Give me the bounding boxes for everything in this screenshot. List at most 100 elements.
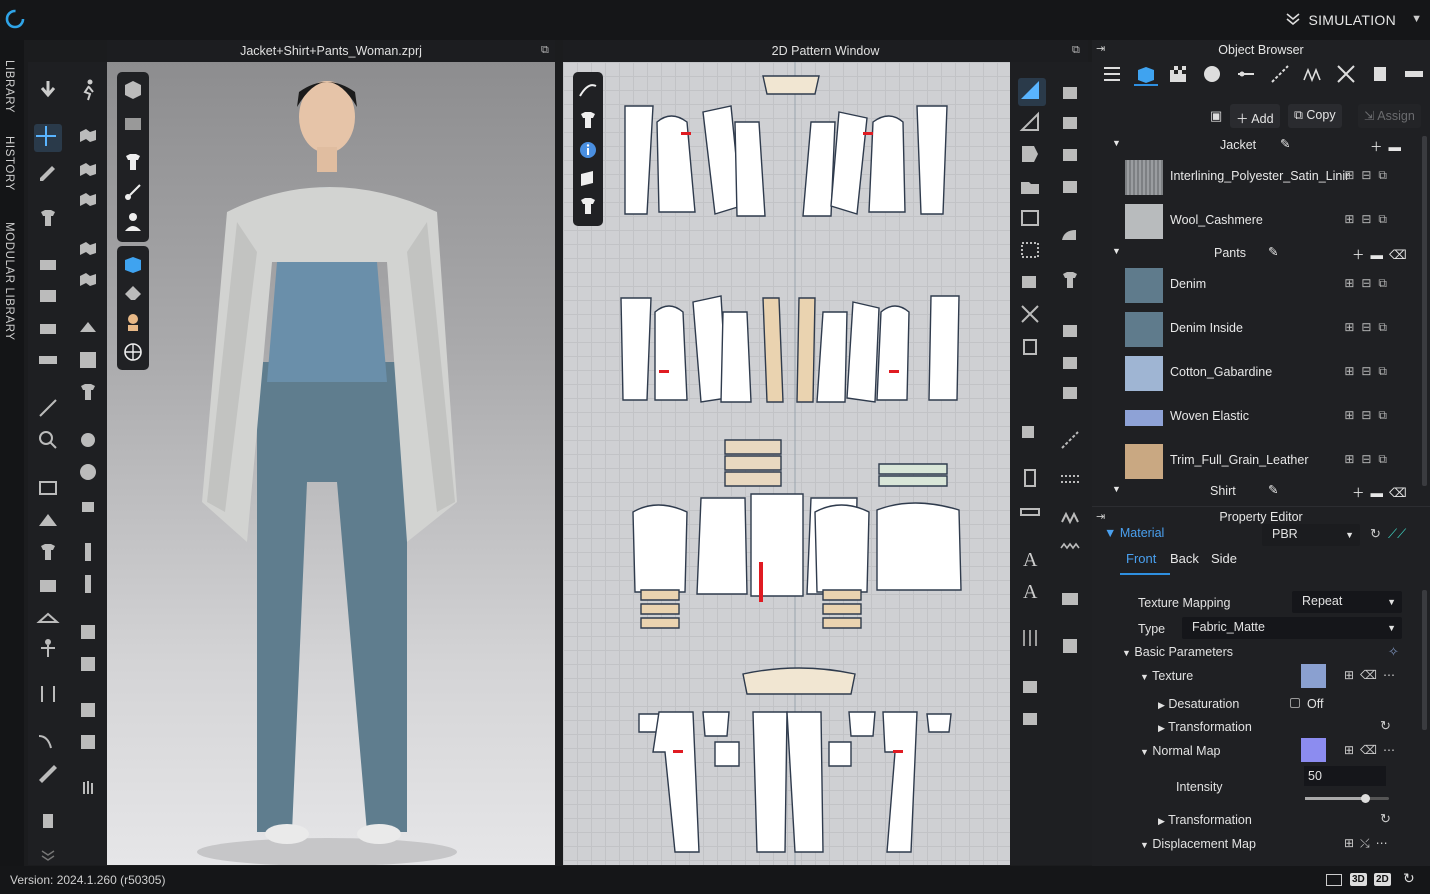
copy-button[interactable]: ⧉ Copy [1288, 104, 1342, 128]
edit-curve-icon[interactable] [1058, 110, 1082, 134]
buttonhole-icon[interactable] [76, 460, 100, 484]
tab-library[interactable]: LIBRARY [3, 60, 15, 113]
hanger-icon[interactable] [36, 604, 60, 628]
fabric-tab-icon[interactable] [1134, 62, 1158, 86]
add-point-icon[interactable] [1058, 174, 1082, 198]
trace-icon[interactable] [1018, 674, 1042, 698]
property-editor-scrollbar[interactable] [1422, 590, 1427, 730]
measure-icon[interactable] [36, 348, 60, 372]
popout-2d-icon[interactable]: ⧉ [1072, 44, 1080, 57]
move-down-icon[interactable] [36, 78, 60, 102]
lock-icon[interactable] [76, 492, 100, 516]
mannequin-icon[interactable] [36, 808, 60, 832]
free-sewing-icon[interactable] [1058, 380, 1082, 404]
sewing-icon[interactable] [1058, 318, 1082, 342]
checker-icon[interactable] [1166, 62, 1190, 86]
hand-icon[interactable] [76, 778, 100, 802]
mode-dropdown-icon[interactable]: ▼ [1411, 13, 1422, 25]
select-move-icon[interactable] [34, 124, 62, 152]
fabric-actions-icon[interactable]: ⊞⊟⧉ [1344, 212, 1394, 227]
polygon-icon[interactable] [1018, 110, 1042, 134]
list-item[interactable]: Woven Elastic ⊞⊟⧉ [1104, 396, 1404, 440]
texture-edit-icon[interactable] [36, 476, 60, 500]
fabric-actions-icon[interactable]: ⊞⊟⧉ [1344, 276, 1394, 291]
clo-logo-icon[interactable] [4, 8, 26, 30]
normal-map-actions-icon[interactable]: ⊞⌫⋯ [1344, 743, 1401, 757]
grain-line-icon[interactable] [1018, 626, 1042, 650]
internal-shape-icon[interactable] [1018, 206, 1042, 230]
magic-wand-icon[interactable]: ✧ [1388, 644, 1399, 660]
simulation-mode-label[interactable]: SIMULATION [1308, 12, 1396, 28]
tab-history[interactable]: HISTORY [3, 136, 15, 191]
dart-icon[interactable] [1018, 270, 1042, 294]
flatten-icon[interactable] [76, 316, 100, 340]
tab-modular-library[interactable]: MODULAR LIBRARY [3, 222, 15, 341]
collapse-pe-icon[interactable]: ⇥ [1096, 510, 1105, 523]
basic-params-header[interactable]: ▼ Basic Parameters [1122, 645, 1233, 659]
tab-back[interactable]: Back [1170, 551, 1199, 566]
group-actions-icon[interactable]: ＋▬ [1370, 136, 1407, 155]
seam-line-icon[interactable] [1058, 466, 1082, 490]
mesh-icon[interactable] [76, 348, 100, 372]
trim-icon[interactable] [1334, 62, 1358, 86]
refresh-icon[interactable]: ↻ [1370, 526, 1381, 542]
transformation-header[interactable]: ▶ Transformation [1158, 720, 1252, 734]
list-item[interactable]: Trim_Full_Grain_Leather ⊞⊟⧉ [1104, 440, 1404, 484]
fold-arrange-icon[interactable] [76, 188, 100, 212]
2d-pattern-viewport[interactable] [563, 62, 1010, 865]
curve-icon[interactable] [36, 730, 60, 754]
fill-2-icon[interactable] [76, 730, 100, 754]
needle-icon[interactable] [36, 396, 60, 420]
pencil-icon[interactable]: ✎ [1280, 136, 1290, 151]
desaturation-header[interactable]: ▶ Desaturation [1158, 697, 1239, 711]
measure-tab-icon[interactable] [1402, 62, 1426, 86]
collapse-icon[interactable]: ▼ [1112, 484, 1121, 494]
reset-transform2-icon[interactable]: ↻ [1380, 811, 1391, 827]
avatar-pose-icon[interactable] [36, 636, 60, 660]
shirt-mesh-icon[interactable] [76, 380, 100, 404]
topstitch-tab-icon[interactable] [1268, 62, 1292, 86]
displacement-actions-icon[interactable]: ⊞⤯⋯ [1344, 836, 1394, 851]
fold-2d-icon[interactable] [1018, 420, 1042, 444]
layout-split-icon[interactable] [1326, 874, 1342, 886]
pencil-icon[interactable]: ✎ [1268, 244, 1278, 259]
collapse-arrow-icon[interactable]: ⇥ [1096, 42, 1105, 55]
button-icon[interactable] [76, 428, 100, 452]
texture-swatch[interactable] [1301, 664, 1326, 688]
internal-rect-icon[interactable] [1018, 238, 1042, 262]
puckering-icon[interactable] [1300, 62, 1324, 86]
iron-icon[interactable] [1058, 222, 1082, 246]
object-browser-scrollbar[interactable] [1422, 136, 1427, 486]
texture-header[interactable]: ▼ Texture [1140, 669, 1193, 683]
graphic-icon[interactable] [36, 508, 60, 532]
folder-shape-icon[interactable] [1018, 174, 1042, 198]
list-icon[interactable] [1100, 62, 1124, 86]
tab-front[interactable]: Front [1126, 551, 1156, 566]
reset-transform-icon[interactable]: ↻ [1380, 718, 1391, 734]
shrink-icon[interactable] [36, 316, 60, 340]
garment-fit-icon[interactable] [36, 206, 60, 230]
fabric-actions-icon[interactable]: ⊞⊟⧉ [1344, 168, 1394, 183]
garment-select-icon[interactable] [76, 124, 100, 148]
add-button[interactable]: ＋ Add [1230, 104, 1280, 128]
list-item[interactable]: Denim ⊞⊟⧉ [1104, 264, 1404, 308]
desaturation-checkbox[interactable] [1290, 698, 1300, 708]
group-header-shirt[interactable]: ▼ Shirt ✎ ＋▬⌫ [1104, 482, 1414, 500]
fabric-actions-icon[interactable]: ⊞⊟⧉ [1344, 320, 1394, 335]
segment-sewing-icon[interactable] [1058, 350, 1082, 374]
buttonhole-tab-icon[interactable] [1234, 62, 1258, 86]
grading-icon[interactable] [1058, 634, 1082, 658]
graphic-2d-icon[interactable] [1018, 706, 1042, 730]
transform-pattern-icon[interactable] [1018, 78, 1046, 106]
assign-button[interactable]: ⇲ Assign [1358, 104, 1421, 128]
intensity-slider-thumb[interactable] [1360, 794, 1370, 803]
tack-icon[interactable] [76, 237, 100, 261]
texture-actions-icon[interactable]: ⊞⌫⋯ [1344, 668, 1401, 682]
edit-pattern-icon[interactable] [36, 158, 60, 182]
material-section[interactable]: ▼ Material [1104, 526, 1164, 540]
fabric-actions-icon[interactable]: ⊞⊟⧉ [1344, 364, 1394, 379]
elastic-icon[interactable] [1058, 538, 1082, 562]
text-icon[interactable]: A [1018, 546, 1042, 571]
texture-mapping-select[interactable]: Repeat ▼ [1292, 591, 1402, 613]
group-actions-icon[interactable]: ＋▬⌫ [1352, 482, 1413, 500]
